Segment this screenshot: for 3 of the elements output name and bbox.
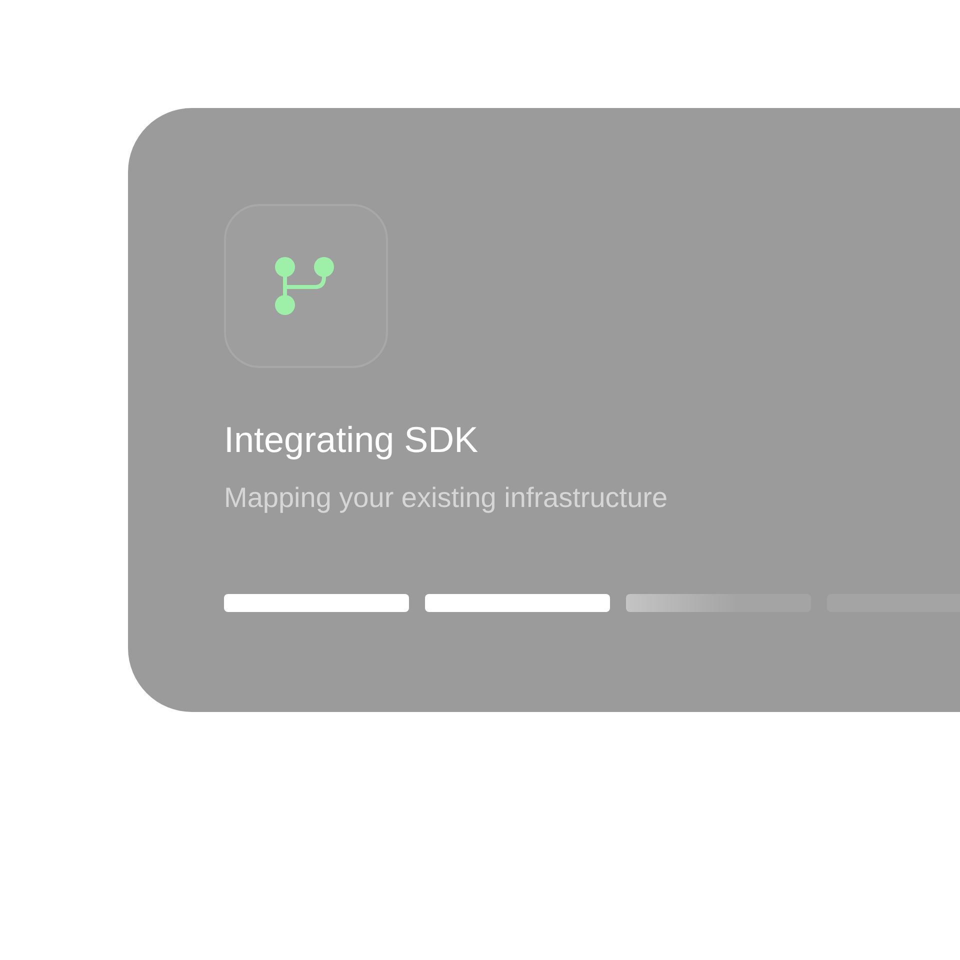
card-subtitle: Mapping your existing infrastructure [224, 481, 669, 515]
card-title: Integrating SDK [224, 418, 480, 462]
branch-icon [275, 257, 337, 315]
